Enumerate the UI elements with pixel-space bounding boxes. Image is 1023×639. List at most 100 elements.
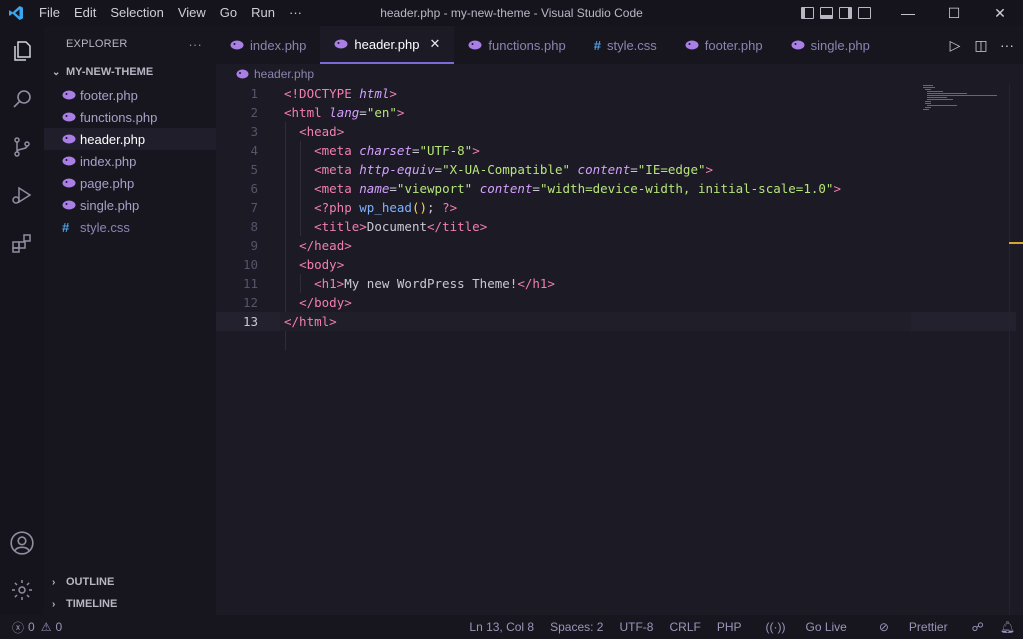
vertical-scrollbar[interactable] bbox=[1009, 84, 1023, 615]
settings-gear-icon[interactable] bbox=[0, 570, 44, 610]
more-actions-icon[interactable]: ··· bbox=[994, 37, 1020, 53]
source-control-icon[interactable] bbox=[0, 127, 44, 167]
code-line[interactable]: 13 </html> bbox=[216, 312, 1016, 331]
menu-go[interactable]: Go bbox=[213, 0, 244, 26]
tab-label: footer.php bbox=[704, 37, 763, 53]
window-controls: — ☐ ✕ bbox=[801, 0, 1023, 26]
line-number: 5 bbox=[250, 162, 258, 177]
file-name: functions.php bbox=[80, 109, 158, 125]
code-line[interactable]: 3 <head> bbox=[216, 122, 1016, 141]
file-item[interactable]: footer.php bbox=[44, 84, 216, 106]
error-count: 0 bbox=[28, 620, 35, 634]
tab-header-php[interactable]: header.php ✕ bbox=[320, 26, 455, 64]
cursor-position[interactable]: Ln 13, Col 8 bbox=[461, 620, 542, 634]
notifications-bell-icon[interactable]: 🔔︎ bbox=[992, 620, 1023, 634]
line-number: 13 bbox=[242, 314, 258, 329]
run-file-icon[interactable]: ▷ bbox=[942, 37, 968, 54]
explorer-sidebar: EXPLORER ··· ⌄ MY-NEW-THEME footer.php fu… bbox=[44, 26, 216, 615]
customize-layout-icon[interactable] bbox=[858, 7, 871, 19]
code-line[interactable]: 5 <meta http-equiv="X-UA-Compatible" con… bbox=[216, 160, 1016, 179]
file-item[interactable]: # style.css bbox=[44, 216, 216, 238]
split-editor-icon[interactable]: ◫ bbox=[968, 37, 994, 54]
file-item[interactable]: header.php bbox=[44, 128, 216, 150]
code-editor[interactable]: 1 <!DOCTYPE html> 2 <html lang="en"> 3 <head… bbox=[216, 84, 1016, 350]
tab-functions-php[interactable]: functions.php bbox=[454, 26, 579, 64]
editor-area: index.php header.php ✕ functions.php # style.… bbox=[216, 26, 1023, 615]
tab-label: single.php bbox=[810, 37, 870, 53]
maximize-button[interactable]: ☐ bbox=[931, 0, 977, 26]
css-hash-icon: # bbox=[62, 219, 70, 235]
code-text: <title>Document</title> bbox=[314, 219, 488, 234]
accounts-icon[interactable] bbox=[0, 523, 44, 563]
code-text: <!DOCTYPE html> bbox=[284, 86, 397, 101]
tab-label: style.css bbox=[606, 37, 657, 53]
menu-more[interactable]: ··· bbox=[282, 0, 309, 26]
folder-name: MY-NEW-THEME bbox=[66, 66, 154, 78]
timeline-section[interactable]: › TIMELINE bbox=[44, 594, 117, 614]
breadcrumb[interactable]: header.php bbox=[216, 64, 1023, 84]
chevron-down-icon: ⌄ bbox=[52, 66, 61, 78]
error-icon: ⓧ bbox=[12, 620, 25, 635]
prettier-button[interactable]: ⊘ Prettier bbox=[863, 620, 964, 634]
feedback-icon[interactable]: ☍ bbox=[964, 620, 992, 634]
php-icon bbox=[685, 40, 699, 50]
toggle-panel-icon[interactable] bbox=[820, 7, 833, 19]
tab-single-php[interactable]: single.php bbox=[777, 26, 884, 64]
line-ending[interactable]: CRLF bbox=[661, 620, 708, 634]
language-mode[interactable]: PHP bbox=[709, 620, 750, 634]
menu-edit[interactable]: Edit bbox=[67, 0, 103, 26]
code-line[interactable]: 1 <!DOCTYPE html> bbox=[216, 84, 1016, 103]
tab-index-php[interactable]: index.php bbox=[216, 26, 320, 64]
code-line[interactable]: 8 <title>Document</title> bbox=[216, 217, 1016, 236]
file-name: footer.php bbox=[80, 87, 138, 103]
php-icon bbox=[62, 134, 80, 144]
line-number: 1 bbox=[250, 86, 258, 101]
code-text: <meta charset="UTF-8"> bbox=[314, 143, 480, 158]
code-line[interactable]: 9 </head> bbox=[216, 236, 1016, 255]
explorer-icon[interactable] bbox=[0, 31, 44, 71]
code-line[interactable]: 4 <meta charset="UTF-8"> bbox=[216, 141, 1016, 160]
outline-section[interactable]: › OUTLINE bbox=[44, 572, 114, 592]
menu-selection[interactable]: Selection bbox=[103, 0, 170, 26]
run-debug-icon[interactable] bbox=[0, 175, 44, 215]
tab-style-css[interactable]: # style.css bbox=[580, 26, 671, 64]
file-item[interactable]: single.php bbox=[44, 194, 216, 216]
menu-run[interactable]: Run bbox=[244, 0, 282, 26]
encoding[interactable]: UTF-8 bbox=[611, 620, 661, 634]
file-item[interactable]: functions.php bbox=[44, 106, 216, 128]
search-icon[interactable] bbox=[0, 79, 44, 119]
menu-file[interactable]: File bbox=[32, 0, 67, 26]
file-item[interactable]: index.php bbox=[44, 150, 216, 172]
code-line[interactable]: 10 <body> bbox=[216, 255, 1016, 274]
outline-title: OUTLINE bbox=[66, 576, 115, 588]
code-line[interactable]: 2 <html lang="en"> bbox=[216, 103, 1016, 122]
minimize-button[interactable]: — bbox=[885, 0, 931, 26]
close-tab-icon[interactable]: ✕ bbox=[429, 36, 440, 52]
extensions-icon[interactable] bbox=[0, 223, 44, 263]
code-line[interactable]: 11 <h1>My new WordPress Theme!</h1> bbox=[216, 274, 1016, 293]
code-line[interactable]: 6 <meta name="viewport" content="width=d… bbox=[216, 179, 1016, 198]
editor-actions: ▷ ◫ ··· bbox=[936, 26, 1020, 64]
line-number: 3 bbox=[250, 124, 258, 139]
minimap[interactable] bbox=[921, 84, 1001, 124]
code-line[interactable]: 7 <?php wp_head(); ?> bbox=[216, 198, 1016, 217]
file-item[interactable]: page.php bbox=[44, 172, 216, 194]
vscode-logo-icon bbox=[0, 0, 32, 26]
file-list: footer.php functions.php header.php index.p… bbox=[44, 84, 216, 238]
indentation[interactable]: Spaces: 2 bbox=[542, 620, 611, 634]
code-line[interactable]: 12 </body> bbox=[216, 293, 1016, 312]
title-bar: File Edit Selection View Go Run ··· head… bbox=[0, 0, 1023, 26]
chevron-right-icon: › bbox=[52, 576, 56, 588]
php-icon bbox=[468, 40, 482, 50]
folder-header[interactable]: ⌄ MY-NEW-THEME bbox=[44, 62, 216, 82]
problems-indicator[interactable]: ⓧ 0 ⚠ 0 bbox=[0, 619, 62, 636]
explorer-more-button[interactable]: ··· bbox=[188, 37, 202, 52]
menu-view[interactable]: View bbox=[171, 0, 213, 26]
go-live-button[interactable]: ((·)) Go Live bbox=[750, 620, 863, 634]
file-name: index.php bbox=[80, 153, 137, 169]
tab-footer-php[interactable]: footer.php bbox=[671, 26, 777, 64]
close-window-button[interactable]: ✕ bbox=[977, 0, 1023, 26]
toggle-secondary-sidebar-icon[interactable] bbox=[839, 7, 852, 19]
explorer-title: EXPLORER bbox=[66, 38, 128, 50]
toggle-primary-sidebar-icon[interactable] bbox=[801, 7, 814, 19]
